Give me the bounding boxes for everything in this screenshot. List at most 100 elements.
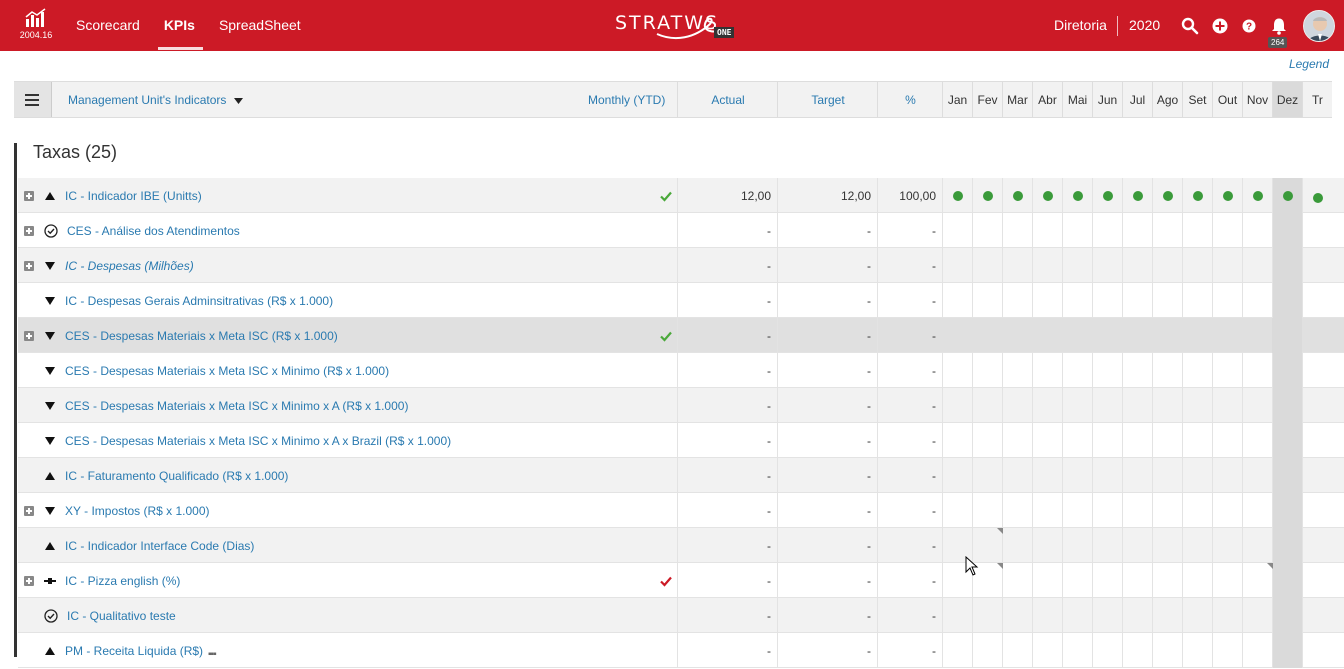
month-cell[interactable] (1272, 283, 1302, 318)
year-selector[interactable]: 2020 (1129, 0, 1160, 51)
table-row[interactable]: PM - Receita Liquida (R$) ▪▪▪ - - - (18, 633, 1344, 668)
column-month[interactable]: Mai (1062, 82, 1092, 117)
month-cell[interactable] (942, 353, 972, 388)
month-cell[interactable] (1092, 248, 1122, 283)
table-row[interactable]: IC - Despesas Gerais Adminsitrativas (R$… (18, 283, 1344, 318)
month-cell[interactable] (972, 598, 1002, 633)
month-cell[interactable] (1062, 178, 1092, 213)
table-row[interactable]: CES - Despesas Materiais x Meta ISC x Mi… (18, 353, 1344, 388)
month-cell[interactable] (942, 493, 972, 528)
month-cell[interactable] (1152, 633, 1182, 668)
month-cell[interactable] (1122, 563, 1152, 598)
period-selector[interactable]: Monthly (YTD) (588, 82, 665, 117)
table-row[interactable]: IC - Indicador IBE (Unitts) 12,00 12,00 100… (18, 178, 1344, 213)
month-cell[interactable] (1002, 598, 1032, 633)
month-cell[interactable] (1212, 458, 1242, 493)
expand-icon[interactable] (24, 226, 34, 236)
month-cell[interactable] (1182, 283, 1212, 318)
indicator-name[interactable]: PM - Receita Liquida (R$) (65, 633, 203, 669)
indicator-name[interactable]: IC - Pizza english (%) (65, 563, 180, 599)
month-cell[interactable] (1242, 493, 1272, 528)
column-month[interactable]: Jun (1092, 82, 1122, 117)
month-cell[interactable] (942, 213, 972, 248)
month-cell[interactable] (1272, 388, 1302, 423)
month-cell[interactable] (1242, 213, 1272, 248)
month-cell[interactable] (1032, 598, 1062, 633)
month-cell[interactable] (1212, 318, 1242, 353)
column-month[interactable]: Fev (972, 82, 1002, 117)
bell-icon[interactable] (1270, 17, 1288, 35)
indicator-name[interactable]: IC - Faturamento Qualificado (R$ x 1.000… (65, 458, 288, 494)
indicator-name[interactable]: IC - Despesas Gerais Adminsitrativas (R$… (65, 283, 333, 319)
search-icon[interactable] (1181, 17, 1199, 35)
month-cell[interactable] (1092, 353, 1122, 388)
month-cell[interactable] (1152, 318, 1182, 353)
column-month[interactable]: Jan (942, 82, 972, 117)
month-cell[interactable] (1092, 213, 1122, 248)
month-cell[interactable] (1062, 388, 1092, 423)
month-cell[interactable] (1182, 213, 1212, 248)
month-cell[interactable] (1152, 353, 1182, 388)
month-cell[interactable] (1302, 458, 1332, 493)
month-cell[interactable] (1182, 423, 1212, 458)
month-cell[interactable] (1032, 563, 1062, 598)
month-cell[interactable] (1272, 528, 1302, 563)
month-cell[interactable] (1002, 458, 1032, 493)
month-cell[interactable] (1032, 388, 1062, 423)
month-cell[interactable] (1152, 528, 1182, 563)
month-cell[interactable] (1212, 423, 1242, 458)
month-cell[interactable] (1212, 563, 1242, 598)
indicator-name[interactable]: XY - Impostos (R$ x 1.000) (65, 493, 210, 529)
month-cell[interactable] (1302, 353, 1332, 388)
expand-icon[interactable] (24, 506, 34, 516)
month-cell[interactable] (1182, 633, 1212, 668)
column-month[interactable]: Set (1182, 82, 1212, 117)
month-cell[interactable] (1182, 458, 1212, 493)
month-cell[interactable] (1272, 493, 1302, 528)
table-row[interactable]: IC - Faturamento Qualificado (R$ x 1.000… (18, 458, 1344, 493)
help-icon[interactable]: ? (1240, 17, 1258, 35)
month-cell[interactable] (1302, 528, 1332, 563)
month-cell[interactable] (1272, 563, 1302, 598)
month-cell[interactable] (1242, 283, 1272, 318)
month-cell[interactable] (1242, 353, 1272, 388)
month-cell[interactable] (1302, 563, 1332, 598)
month-cell[interactable] (1092, 528, 1122, 563)
month-cell[interactable] (1152, 388, 1182, 423)
month-cell[interactable] (1242, 598, 1272, 633)
month-cell[interactable] (1092, 458, 1122, 493)
month-cell[interactable] (1062, 283, 1092, 318)
column-month[interactable]: Jul (1122, 82, 1152, 117)
month-cell[interactable] (1152, 178, 1182, 213)
month-cell[interactable] (942, 458, 972, 493)
month-cell[interactable] (1212, 248, 1242, 283)
table-row[interactable]: IC - Pizza english (%) - - - (18, 563, 1344, 598)
menu-button[interactable] (14, 82, 52, 117)
month-cell[interactable] (1122, 633, 1152, 668)
month-cell[interactable] (1122, 283, 1152, 318)
month-cell[interactable] (1242, 318, 1272, 353)
month-cell[interactable] (1182, 248, 1212, 283)
month-cell[interactable] (1242, 388, 1272, 423)
month-cell[interactable] (1002, 388, 1032, 423)
indicator-name[interactable]: IC - Indicador Interface Code (Dias) (65, 528, 254, 564)
month-cell[interactable] (1302, 283, 1332, 318)
month-cell[interactable] (942, 248, 972, 283)
expand-icon[interactable] (24, 191, 34, 201)
month-cell[interactable] (1032, 458, 1062, 493)
column-actual[interactable]: Actual (678, 82, 778, 117)
comment-marker-icon[interactable] (1267, 563, 1273, 569)
nav-spreadsheet[interactable]: SpreadSheet (219, 0, 301, 51)
month-cell[interactable] (1242, 178, 1272, 213)
month-cell[interactable] (942, 633, 972, 668)
legend-link[interactable]: Legend (1289, 57, 1329, 71)
month-cell[interactable] (1122, 353, 1152, 388)
expand-icon[interactable] (24, 576, 34, 586)
month-cell[interactable] (1302, 598, 1332, 633)
month-cell[interactable] (972, 283, 1002, 318)
column-month[interactable]: Nov (1242, 82, 1272, 117)
month-cell[interactable] (1242, 423, 1272, 458)
comment-marker-icon[interactable] (997, 563, 1003, 569)
month-cell[interactable] (1152, 458, 1182, 493)
month-cell[interactable] (1242, 633, 1272, 668)
